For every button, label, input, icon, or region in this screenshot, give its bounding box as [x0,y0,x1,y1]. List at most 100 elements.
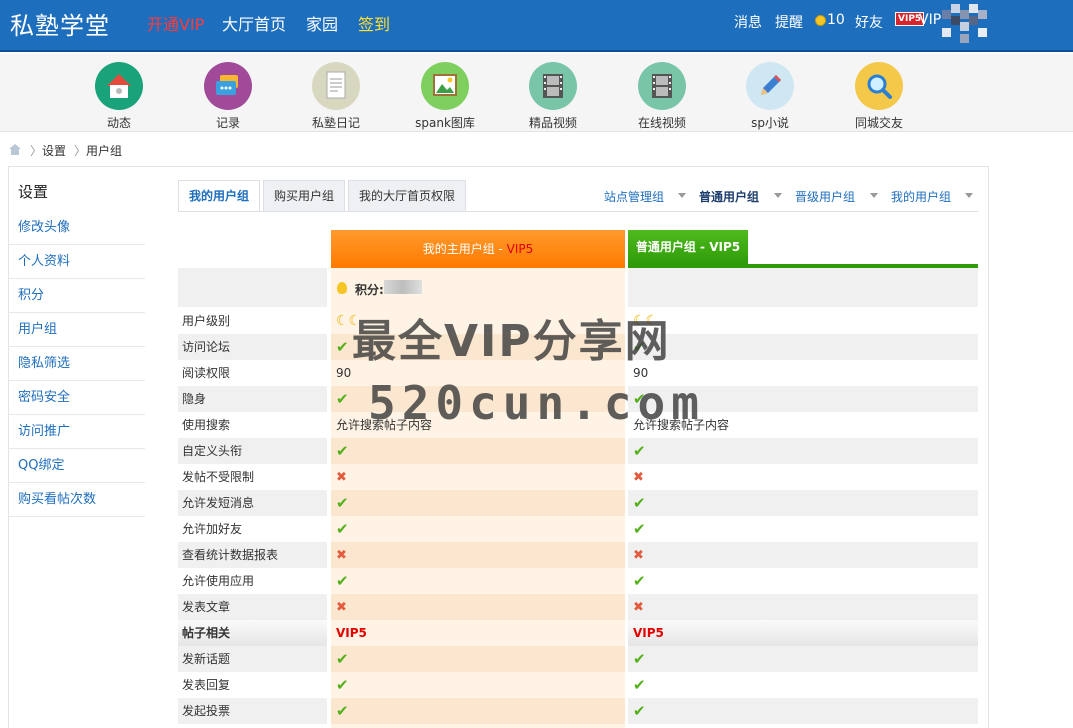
check-icon: ✔ [633,702,646,720]
sidebar-item-promotion[interactable]: 访问推广 [8,415,145,449]
tab-promotion-group[interactable]: 晋级用户组 [795,188,855,205]
feature-label: sp小说 [751,116,789,130]
feature-dongtai[interactable]: 动态 [69,62,169,131]
chevron-down-icon[interactable] [965,193,973,198]
sidebar-item-avatar[interactable]: 修改头像 [8,211,145,245]
table-row: 发新话题 ✔ ✔ [178,646,978,672]
coin-icon [815,15,826,26]
credits-value-blurred [384,280,422,294]
check-icon: ✔ [336,338,349,356]
friends-link[interactable]: 好友 [855,12,883,32]
avatar[interactable] [942,4,996,46]
table-row: 自定义头衔 ✔ ✔ [178,438,978,464]
nav-sign-in[interactable]: 签到 [358,11,390,35]
remind-link[interactable]: 提醒 [775,12,803,32]
my-group-header-vip: VIP5 [506,242,534,256]
breadcrumb-settings[interactable]: 设置 [42,142,66,159]
vip-link[interactable]: VIP [919,12,941,28]
my-group-header-prefix: 我的主用户组 - [422,242,507,256]
sidebar-item-credits[interactable]: 积分 [8,279,145,313]
check-icon: ✔ [336,572,349,590]
feature-local-friends[interactable]: 同城交友 [829,62,929,131]
feature-label: spank图库 [415,116,475,130]
sidebar-item-usergroup[interactable]: 用户组 [8,313,145,347]
my-group-value: ✖ [331,594,625,620]
sidebar-item-profile[interactable]: 个人资料 [8,245,145,279]
my-group-value: ✔ [331,516,625,542]
home-icon[interactable] [8,143,22,155]
check-icon: ✔ [633,494,646,512]
chat-icon [204,62,252,110]
cell-value: 90 [336,366,352,380]
feature-label: 记录 [215,116,240,130]
tab-my-usergroup[interactable]: 我的用户组 [178,180,261,211]
normal-group-value: ☾☾ [628,308,978,334]
site-logo[interactable]: 私塾学堂 [10,6,110,41]
my-group-value: ✔ [331,698,625,724]
tab-buy-usergroup[interactable]: 购买用户组 [263,180,346,211]
breadcrumb-current: 用户组 [86,144,123,158]
nav-open-vip[interactable]: 开通VIP [147,11,204,35]
row-label: 自定义头衔 [178,438,327,464]
nav-hall-home[interactable]: 大厅首页 [222,11,286,35]
my-group-value: ✔ [331,568,625,594]
row-label: 帖子相关 [178,620,327,646]
row-label: 隐身 [178,386,327,412]
feature-label: 在线视频 [637,116,686,130]
feature-gallery[interactable]: spank图库 [395,62,495,131]
normal-group-value: VIP5 [628,620,978,646]
normal-group-value: ✖ [628,542,978,568]
film-icon [529,62,577,110]
row-label: 发起投票 [178,698,327,724]
row-label: 发表回复 [182,678,231,692]
table-row: 查看统计数据报表 ✖ ✖ [178,542,978,568]
feature-diary[interactable]: 私塾日记 [286,62,386,131]
table-row: 发起投票 ✔ ✔ [178,698,978,724]
my-group-header: 我的主用户组 - VIP5 [331,230,625,268]
normal-group-value: ✔ [628,516,978,542]
check-icon: ✔ [336,702,349,720]
sidebar-item-privacy[interactable]: 隐私筛选 [8,347,145,381]
feature-premium-video[interactable]: 精品视频 [503,62,603,131]
feature-label: 动态 [106,116,131,130]
feature-icon-bar: 动态 记录 私塾日记 spank图库 精品视频 在线视频 sp小说 同城交友 [0,54,1073,132]
sidebar-item-buy-views[interactable]: 购买看帖次数 [8,483,145,517]
coin-count[interactable]: 10 [827,12,845,28]
feature-sp-novel[interactable]: sp小说 [720,62,820,131]
chevron-down-icon[interactable] [870,193,878,198]
check-icon: ✔ [633,650,646,668]
check-icon: ✔ [336,650,349,668]
normal-group-value: ✔ [628,698,978,724]
tab-admin-group[interactable]: 站点管理组 [604,188,664,205]
feature-label: 精品视频 [528,116,577,130]
cross-icon: ✖ [633,600,644,615]
sidebar-item-qq[interactable]: QQ绑定 [8,449,145,483]
watermark-line2: 520cun.com [368,376,705,430]
row-label: 访问论坛 [178,334,327,360]
tab-normal-group[interactable]: 普通用户组 [699,188,759,205]
check-icon: ✔ [336,676,349,694]
sidebar-item-password[interactable]: 密码安全 [8,381,145,415]
nav-home[interactable]: 家园 [306,11,338,35]
top-navbar: 私塾学堂 开通VIP 大厅首页 家园 签到 消息 提醒 10 好友 VIP5 V… [0,0,1073,52]
row-label: 发帖不受限制 [182,470,255,484]
check-icon: ✔ [336,390,349,408]
my-group-value: ✖ [331,464,625,490]
feature-jilu[interactable]: 记录 [178,62,278,131]
messages-link[interactable]: 消息 [734,12,762,32]
magnifier-icon [855,62,903,110]
sidebar-title: 设置 [18,183,49,201]
table-row: 发帖不受限制 ✖ ✖ [178,464,978,490]
chevron-down-icon[interactable] [678,193,686,198]
chevron-down-icon[interactable] [774,193,782,198]
my-group-value: ✔ [331,438,625,464]
normal-group-value: ✖ [628,464,978,490]
document-icon [312,62,360,110]
my-group-value: ✔ [331,490,625,516]
tab-hall-permissions[interactable]: 我的大厅首页权限 [348,180,467,211]
my-group-value: VIP5 [331,620,625,646]
check-icon: ✔ [633,676,646,694]
tab-my-group[interactable]: 我的用户组 [891,188,951,205]
feature-online-video[interactable]: 在线视频 [612,62,712,131]
tab-divider [178,211,978,212]
